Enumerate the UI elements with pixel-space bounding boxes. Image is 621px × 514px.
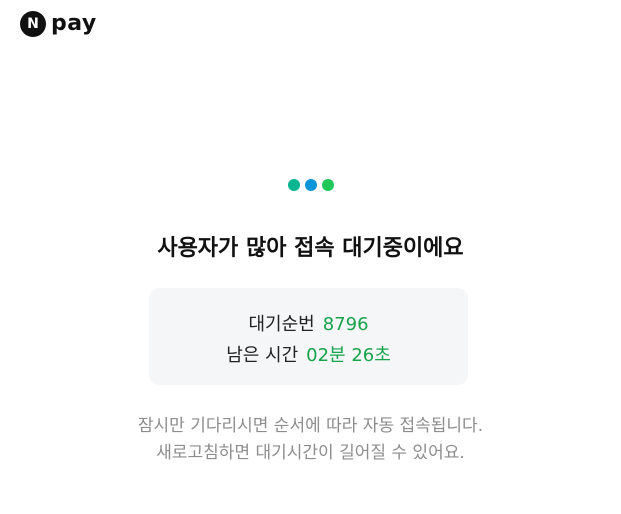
waiting-room-page: N pay 사용자가 많아 접속 대기중이에요 대기순번 8796 남은 시간 02…: [0, 0, 621, 514]
queue-position-label: 대기순번: [248, 314, 315, 335]
queue-info-box: 대기순번 8796 남은 시간 02분 26초: [149, 288, 468, 385]
remaining-time-value: 02분 26초: [306, 345, 391, 366]
remaining-time-row: 남은 시간 02분 26초: [149, 341, 468, 367]
loading-indicator: [0, 179, 621, 191]
brand-name: pay: [51, 11, 97, 36]
loading-dot-icon: [304, 179, 317, 191]
queue-position-row: 대기순번 8796: [149, 310, 468, 336]
remaining-time-label: 남은 시간: [226, 345, 299, 366]
page-title: 사용자가 많아 접속 대기중이에요: [157, 236, 464, 261]
description-line-1: 잠시만 기다리시면 순서에 따라 자동 접속됩니다.: [137, 416, 484, 436]
npay-logo: N pay: [20, 10, 97, 38]
npay-badge-icon: N: [20, 11, 46, 37]
queue-position-value: 8796: [322, 314, 369, 335]
loading-dot-icon: [321, 179, 334, 191]
loading-dot-icon: [287, 179, 300, 191]
description-line-2: 새로고침하면 대기시간이 길어질 수 있어요.: [156, 443, 465, 463]
